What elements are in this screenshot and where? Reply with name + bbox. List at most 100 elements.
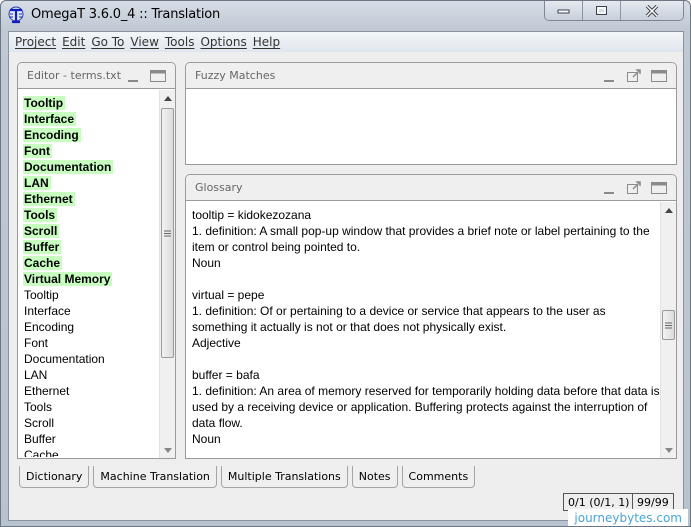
minimize-icon — [557, 9, 569, 13]
term-text: Scroll — [24, 416, 55, 430]
arrow-down-icon — [164, 447, 172, 453]
glossary-maximize-button[interactable] — [650, 181, 668, 195]
editor-term[interactable]: Tooltip — [23, 287, 160, 303]
term-text: LAN — [23, 176, 51, 190]
term-text: Encoding — [23, 128, 81, 142]
term-text: Tools — [23, 208, 58, 222]
fuzzy-undock-button[interactable] — [625, 69, 643, 83]
maximize-button[interactable] — [583, 1, 621, 20]
term-text: Buffer — [23, 240, 62, 254]
editor-term-highlighted[interactable]: Documentation — [23, 159, 160, 175]
term-text: Interface — [23, 112, 77, 126]
editor-panel-header: Editor - terms.txt — [18, 63, 175, 89]
editor-term[interactable]: Documentation — [23, 351, 160, 367]
minimize-icon — [604, 192, 614, 194]
glossary-entry-pos: Adjective — [192, 336, 241, 350]
editor-term-highlighted[interactable]: Font — [23, 143, 160, 159]
editor-term[interactable]: Font — [23, 335, 160, 351]
minimize-icon — [604, 80, 614, 82]
glossary-entry-term: virtual = pepe — [192, 288, 265, 302]
tab-comments[interactable]: Comments — [401, 466, 476, 488]
menu-project[interactable]: Project — [12, 35, 59, 49]
glossary-entry: buffer = bafa 1. definition: An area of m… — [192, 367, 660, 447]
glossary-entry-pos: Noun — [192, 432, 221, 446]
scroll-down-button[interactable] — [160, 442, 176, 458]
glossary-entry: tooltip = kidokezozana 1. definition: A s… — [192, 207, 660, 271]
undock-icon — [627, 69, 641, 82]
glossary-entry-term: tooltip = kidokezozana — [192, 208, 312, 222]
editor-term-highlighted[interactable]: Tools — [23, 207, 160, 223]
scroll-down-button[interactable] — [661, 442, 677, 458]
glossary-scroll-thumb[interactable] — [662, 310, 675, 340]
term-text: Tools — [24, 400, 53, 414]
close-icon — [645, 4, 659, 17]
fuzzy-matches-panel: Fuzzy Matches — [185, 62, 677, 165]
fuzzy-minimize-button[interactable] — [600, 69, 618, 83]
term-text: Interface — [24, 304, 71, 318]
maximize-icon — [150, 70, 166, 82]
maximize-icon — [651, 70, 667, 82]
term-text: Ethernet — [24, 384, 70, 398]
glossary-entry: virtual = pepe 1. definition: Of or perta… — [192, 287, 660, 351]
fuzzy-maximize-button[interactable] — [650, 69, 668, 83]
editor-term[interactable]: Interface — [23, 303, 160, 319]
glossary-content[interactable]: tooltip = kidokezozana 1. definition: A s… — [192, 207, 660, 457]
editor-term-highlighted[interactable]: Encoding — [23, 127, 160, 143]
editor-term-highlighted[interactable]: Ethernet — [23, 191, 160, 207]
glossary-entry-term: buffer = bafa — [192, 368, 260, 382]
scroll-up-button[interactable] — [661, 202, 677, 218]
editor-term[interactable]: Tools — [23, 399, 160, 415]
editor-scrollbar[interactable] — [159, 90, 175, 458]
editor-term-highlighted[interactable]: Interface — [23, 111, 160, 127]
menu-view[interactable]: View — [127, 35, 161, 49]
editor-term[interactable]: Cache — [23, 447, 160, 457]
menu-help[interactable]: Help — [250, 35, 283, 49]
tab-notes[interactable]: Notes — [351, 466, 398, 488]
editor-term-list[interactable]: Tooltip Interface Encoding Font Documentatio… — [23, 95, 160, 457]
term-text: Tooltip — [24, 288, 59, 302]
editor-term[interactable]: Encoding — [23, 319, 160, 335]
editor-minimize-button[interactable] — [124, 69, 142, 83]
bottom-tabs: Dictionary Machine Translation Multiple … — [19, 466, 476, 488]
editor-term[interactable]: Scroll — [23, 415, 160, 431]
menu-edit[interactable]: Edit — [59, 35, 88, 49]
menu-goto[interactable]: Go To — [88, 35, 127, 49]
term-text: Font — [23, 144, 52, 158]
editor-term[interactable]: LAN — [23, 367, 160, 383]
tab-multiple-translations[interactable]: Multiple Translations — [220, 466, 348, 488]
editor-term-highlighted[interactable]: Virtual Memory — [23, 271, 160, 287]
term-text: Scroll — [23, 224, 60, 238]
tab-dictionary[interactable]: Dictionary — [19, 466, 90, 488]
glossary-undock-button[interactable] — [625, 181, 643, 195]
editor-term[interactable]: Buffer — [23, 431, 160, 447]
term-text: Cache — [23, 256, 63, 270]
glossary-minimize-button[interactable] — [600, 181, 618, 195]
term-text: LAN — [24, 368, 48, 382]
window-controls — [544, 1, 684, 21]
close-button[interactable] — [621, 1, 683, 20]
editor-scroll-thumb[interactable] — [161, 108, 174, 358]
grip-icon — [665, 322, 672, 328]
menu-bar: Project Edit Go To View Tools Options He… — [9, 32, 683, 52]
menu-options[interactable]: Options — [197, 35, 249, 49]
glossary-scrollbar[interactable] — [660, 202, 676, 458]
editor-panel: Editor - terms.txt Tooltip Interface Encod… — [17, 62, 176, 459]
maximize-icon — [595, 5, 607, 15]
app-window: OmegaT 3.6.0_4 :: Translation Project Ed… — [0, 0, 691, 527]
watermark: journeybytes.com — [568, 509, 688, 526]
editor-term-highlighted[interactable]: Scroll — [23, 223, 160, 239]
editor-term-highlighted[interactable]: Cache — [23, 255, 160, 271]
minimize-button[interactable] — [545, 1, 583, 20]
editor-maximize-button[interactable] — [149, 69, 167, 83]
window-title: OmegaT 3.6.0_4 :: Translation — [31, 7, 221, 22]
editor-term-highlighted[interactable]: LAN — [23, 175, 160, 191]
editor-term[interactable]: Ethernet — [23, 383, 160, 399]
editor-panel-title: Editor - terms.txt — [27, 69, 122, 82]
arrow-up-icon — [164, 95, 172, 101]
editor-term-highlighted[interactable]: Tooltip — [23, 95, 160, 111]
term-text: Encoding — [24, 320, 75, 334]
editor-term-highlighted[interactable]: Buffer — [23, 239, 160, 255]
menu-tools[interactable]: Tools — [162, 35, 198, 49]
scroll-up-button[interactable] — [160, 90, 176, 106]
tab-machine-translation[interactable]: Machine Translation — [93, 466, 217, 488]
